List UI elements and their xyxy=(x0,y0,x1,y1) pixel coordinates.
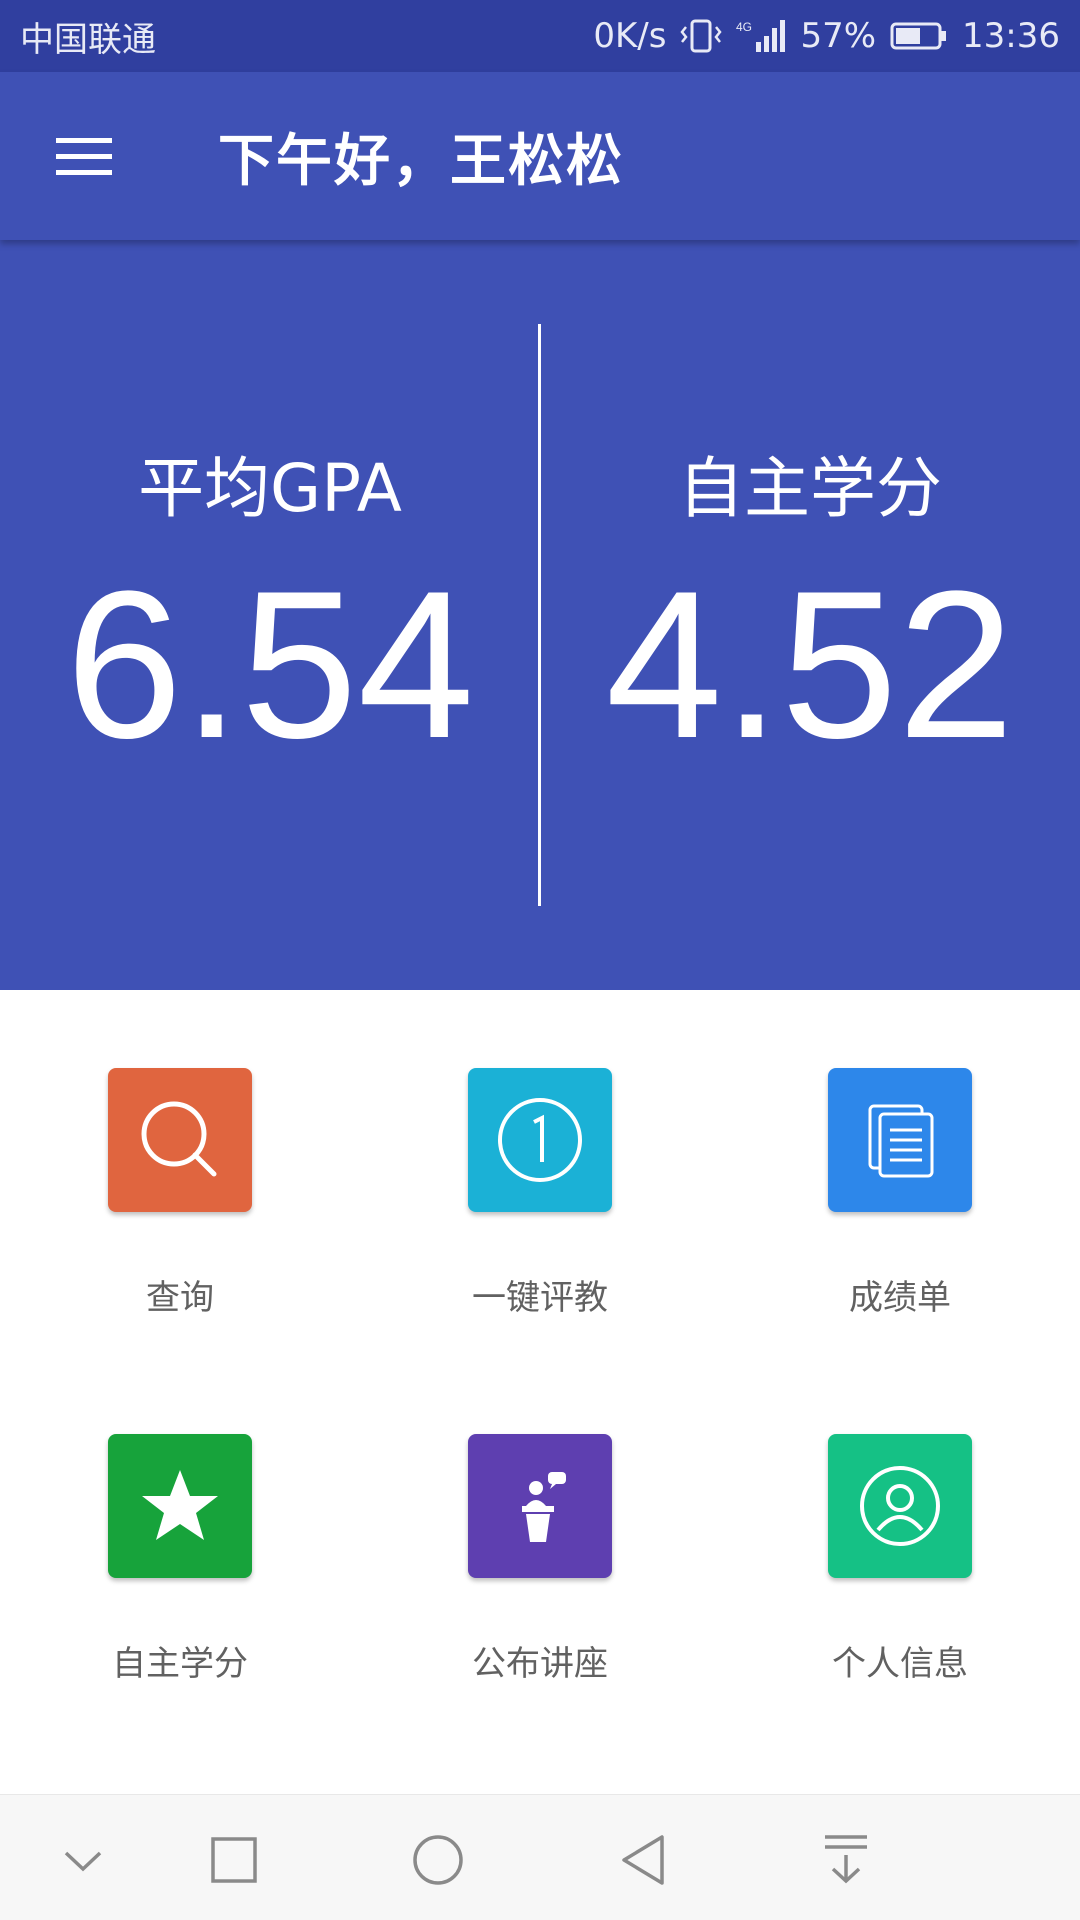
menu-item-label: 成绩单 xyxy=(849,1278,951,1318)
menu-item-lectures[interactable]: 公布讲座 xyxy=(360,1356,720,1722)
number-one-icon xyxy=(468,1068,612,1212)
signal-icon: 4G xyxy=(736,18,786,54)
notification-pull-icon[interactable] xyxy=(811,1825,881,1895)
status-bar: 中国联通 0K/s 4G 57% 13:36 xyxy=(0,0,1080,72)
lecture-podium-icon xyxy=(468,1434,612,1578)
status-indicators: 0K/s 4G 57% 13:36 xyxy=(593,16,1060,56)
menu-item-label: 一键评教 xyxy=(472,1278,608,1318)
credits-label: 自主学分 xyxy=(678,450,942,527)
stats-panel: 平均GPA 6.54 自主学分 4.52 xyxy=(0,240,1080,990)
battery-icon xyxy=(890,21,948,51)
star-icon xyxy=(108,1434,252,1578)
network-type: 4G xyxy=(736,20,752,34)
home-icon[interactable] xyxy=(403,1825,473,1895)
function-grid: 查询 一键评教 成绩单 自主学分 公布讲座 个人信息 xyxy=(0,990,1080,1794)
recent-apps-icon[interactable] xyxy=(199,1825,269,1895)
menu-item-label: 自主学分 xyxy=(112,1644,248,1684)
system-nav-bar xyxy=(0,1794,1080,1920)
credits-value: 4.52 xyxy=(605,547,1015,782)
menu-item-label: 公布讲座 xyxy=(472,1644,608,1684)
menu-item-evaluate[interactable]: 一键评教 xyxy=(360,990,720,1356)
menu-item-credits[interactable]: 自主学分 xyxy=(0,1356,360,1722)
network-speed: 0K/s xyxy=(593,16,667,56)
gpa-value: 6.54 xyxy=(65,547,475,782)
clock: 13:36 xyxy=(962,16,1060,56)
documents-icon xyxy=(828,1068,972,1212)
collapse-icon[interactable] xyxy=(48,1825,118,1895)
user-profile-icon xyxy=(828,1434,972,1578)
vibrate-icon xyxy=(680,19,723,53)
search-icon xyxy=(108,1068,252,1212)
greeting-title: 下午好，王松松 xyxy=(218,128,624,194)
menu-item-query[interactable]: 查询 xyxy=(0,990,360,1356)
menu-item-label: 个人信息 xyxy=(832,1644,968,1684)
hamburger-menu-icon[interactable] xyxy=(0,72,168,240)
menu-item-label: 查询 xyxy=(146,1278,214,1318)
back-icon[interactable] xyxy=(608,1825,678,1895)
app-toolbar: 下午好，王松松 xyxy=(0,72,1080,240)
gpa-label: 平均GPA xyxy=(138,450,402,527)
gpa-stat: 平均GPA 6.54 xyxy=(0,240,540,990)
credits-stat: 自主学分 4.52 xyxy=(540,240,1080,990)
menu-item-transcript[interactable]: 成绩单 xyxy=(720,990,1080,1356)
carrier-name: 中国联通 xyxy=(20,19,156,60)
battery-percent: 57% xyxy=(800,16,877,56)
menu-item-profile[interactable]: 个人信息 xyxy=(720,1356,1080,1722)
